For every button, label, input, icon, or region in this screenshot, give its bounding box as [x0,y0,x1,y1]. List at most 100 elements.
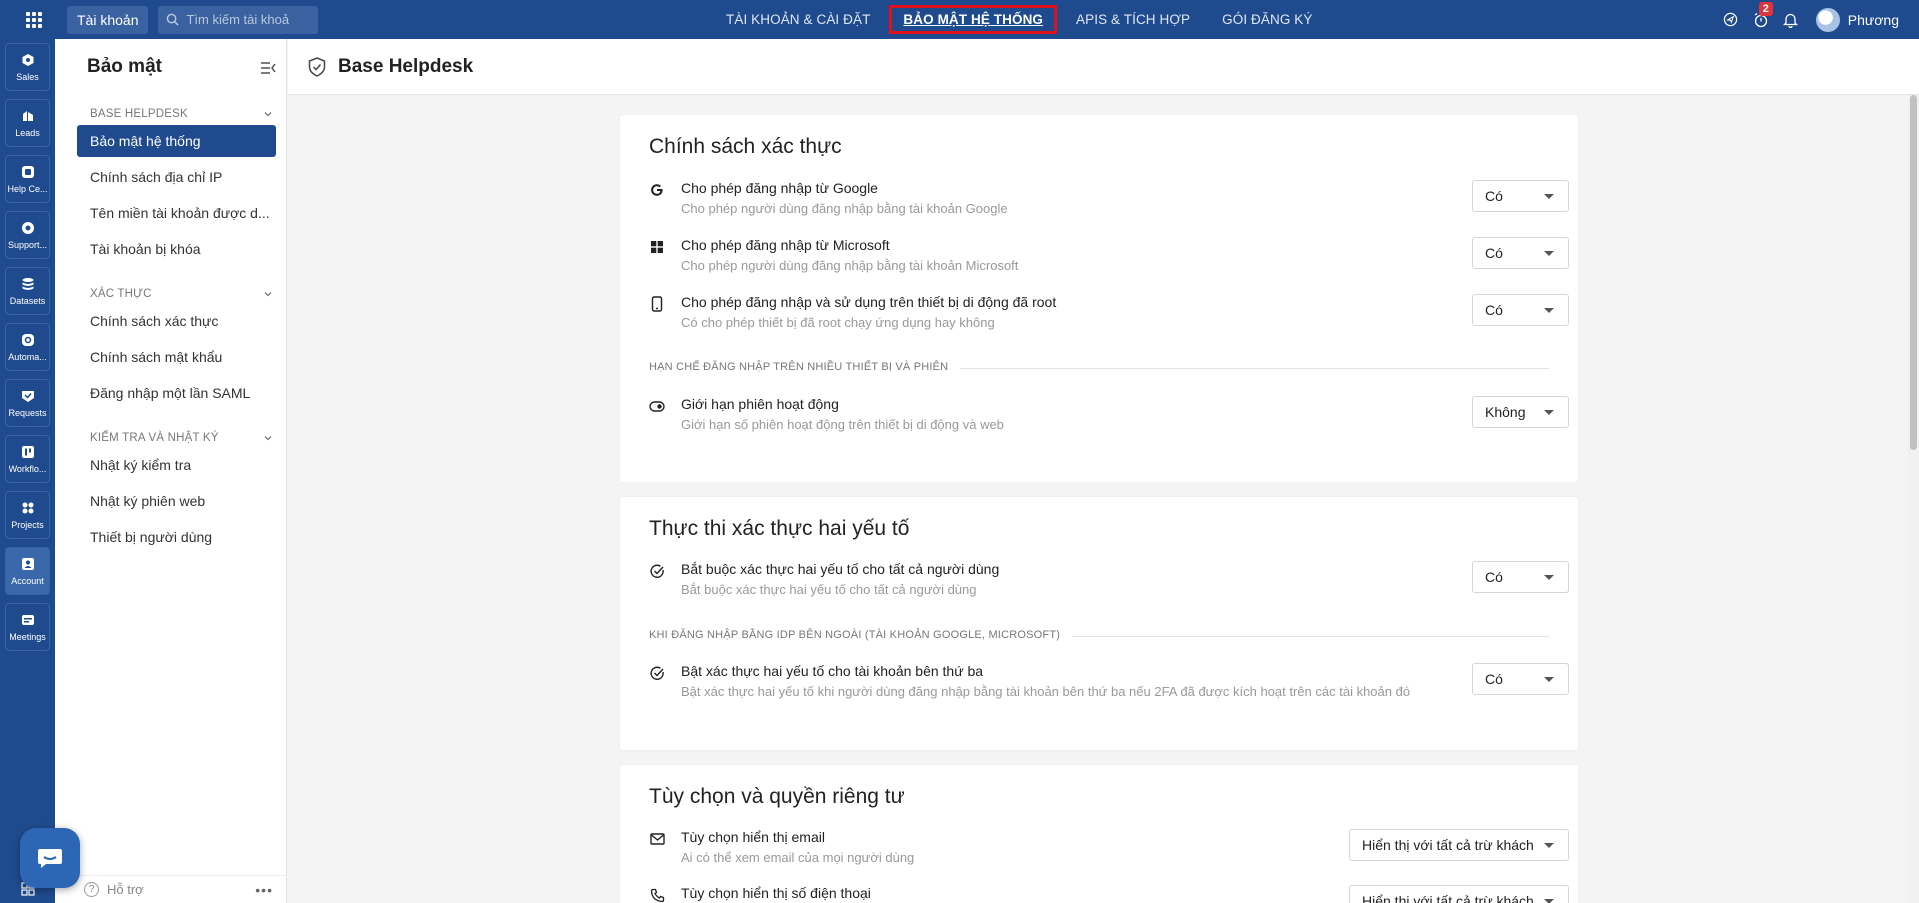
microsoft-icon [649,239,665,255]
support-icon [20,220,35,235]
chevron-down-icon [264,112,272,117]
caret-down-icon [1544,251,1554,256]
nav-apis-integrations[interactable]: APIS & TÍCH HỢP [1063,6,1203,33]
two-factor-card: Thực thi xác thực hai yếu tố Bắt buộc xá… [620,497,1578,750]
caret-down-icon [1544,575,1554,580]
collapse-sidebar-icon[interactable] [260,59,276,81]
help-circle-icon: ? [84,882,99,897]
account-button[interactable]: Tài khoản [67,5,149,34]
projects-icon [20,500,35,515]
page-header: Base Helpdesk [288,39,1919,95]
top-navigation: TÀI KHOẢN & CÀI ĐẶT BẢO MẬT HỆ THỐNG API… [710,0,1329,39]
page-scrollbar[interactable] [1908,95,1919,903]
sidebar-item-ip-policy[interactable]: Chính sách địa chỉ IP [77,161,276,193]
enforce-2fa-select[interactable]: Có [1472,561,1569,593]
sidebar-item-audit-log[interactable]: Nhật ký kiểm tra [77,449,276,481]
section-divider: KHI ĐĂNG NHẬP BẰNG IDP BÊN NGOÀI (TÀI KH… [649,629,1549,643]
rail-item-workflow[interactable]: Workflo... [5,435,50,483]
sidebar-header: Bảo mật [55,39,286,95]
rail-item-datasets[interactable]: Datasets [5,267,50,315]
sidebar-item-password-policy[interactable]: Chính sách mật khẩu [77,341,276,373]
top-right-actions: 2 Phương [1716,0,1919,39]
chat-support-button[interactable] [20,828,80,888]
phone-icon [649,887,665,903]
setting-row-enforce-2fa: Bắt buộc xác thực hai yếu tố cho tất cả … [649,561,1569,605]
caret-down-icon [1544,194,1554,199]
setting-row-google-login: Cho phép đăng nhập từ Google Cho phép ng… [649,180,1569,224]
send-icon[interactable] [1716,12,1746,27]
check-circle-icon [649,665,665,681]
chevron-down-icon [264,292,272,297]
avatar[interactable] [1815,7,1840,32]
setting-row-microsoft-login: Cho phép đăng nhập từ Microsoft Cho phép… [649,237,1569,281]
sidebar-section-base-helpdesk[interactable]: BASE HELPDESK [55,103,286,125]
caret-down-icon [1544,308,1554,313]
shield-icon [308,56,326,77]
rail-item-support[interactable]: Support... [5,211,50,259]
toggle-icon [649,398,665,414]
sidebar-item-locked-accounts[interactable]: Tài khoản bị khóa [77,233,276,265]
card-title: Tùy chọn và quyền riêng tư [649,785,905,808]
setting-row-phone-visibility: Tùy chọn hiển thị số điện thoại Hiển thị… [649,885,1569,903]
sidebar-title: Bảo mật [87,56,162,77]
datasets-icon [20,276,35,291]
auth-policy-card: Chính sách xác thực Cho phép đăng nhập t… [620,115,1578,482]
search-icon [167,13,180,26]
sidebar-item-web-session-log[interactable]: Nhật ký phiên web [77,485,276,517]
sidebar-item-saml-sso[interactable]: Đăng nhập một lần SAML [77,377,276,409]
support-link[interactable]: Hỗ trợ [107,882,144,897]
privacy-options-card: Tùy chọn và quyền riêng tư Tùy chọn hiển… [620,765,1578,903]
check-circle-icon [649,563,665,579]
scrollbar-thumb[interactable] [1910,95,1917,450]
meetings-icon [20,612,35,627]
section-divider: HẠN CHẾ ĐĂNG NHẬP TRÊN NHIỀU THIẾT BỊ VÀ… [649,361,1549,375]
alarm-icon[interactable]: 2 [1746,1,1776,28]
rail-item-meetings[interactable]: Meetings [5,603,50,651]
help-center-icon [20,164,35,179]
nav-system-security[interactable]: BẢO MẬT HỆ THỐNG [889,5,1058,34]
user-name[interactable]: Phương [1848,12,1899,28]
search-box[interactable]: Tìm kiếm tài khoả [158,5,319,34]
rail-item-help-center[interactable]: Help Ce... [5,155,50,203]
caret-down-icon [1544,677,1554,682]
caret-down-icon [1544,899,1554,903]
sidebar-item-user-devices[interactable]: Thiết bị người dùng [77,521,276,553]
session-limit-select[interactable]: Không [1472,396,1569,428]
rail-item-leads[interactable]: Leads [5,99,50,147]
sidebar-item-allowed-domains[interactable]: Tên miền tài khoản được d... [77,197,276,229]
nav-subscription-plans[interactable]: GÓI ĐĂNG KÝ [1209,6,1325,33]
apps-grid-button[interactable] [0,0,67,39]
automation-icon [20,332,35,347]
setting-row-email-visibility: Tùy chọn hiển thị email Ai có thể xem em… [649,829,1569,873]
security-sidebar: Bảo mật BASE HELPDESK Bảo mật hệ thống C… [55,39,287,903]
rail-item-requests[interactable]: Requests [5,379,50,427]
chevron-down-icon [264,436,272,441]
rail-item-sales[interactable]: Sales [5,43,50,91]
rail-item-automation[interactable]: Automa... [5,323,50,371]
more-options-icon[interactable]: ••• [255,882,273,898]
sidebar-section-audit-logs[interactable]: KIỂM TRA VÀ NHẬT KÝ [55,427,286,449]
microsoft-login-select[interactable]: Có [1472,237,1569,269]
rail-item-projects[interactable]: Projects [5,491,50,539]
third-party-2fa-select[interactable]: Có [1472,663,1569,695]
setting-row-third-party-2fa: Bật xác thực hai yếu tố cho tài khoản bê… [649,663,1569,707]
sidebar-footer: ? Hỗ trợ ••• [55,875,287,903]
page-title: Base Helpdesk [338,55,474,77]
email-visibility-select[interactable]: Hiển thị với tất cả trừ khách [1349,829,1569,861]
phone-visibility-select[interactable]: Hiển thị với tất cả trừ khách [1349,885,1569,903]
sidebar-item-system-security[interactable]: Bảo mật hệ thống [77,125,276,157]
sidebar-item-auth-policy[interactable]: Chính sách xác thực [77,305,276,337]
nav-account-settings[interactable]: TÀI KHOẢN & CÀI ĐẶT [713,6,883,33]
google-icon [649,182,665,198]
email-icon [649,831,665,847]
mobile-device-icon [649,296,665,312]
card-title: Chính sách xác thực [649,135,842,158]
rooted-device-select[interactable]: Có [1472,294,1569,326]
google-login-select[interactable]: Có [1472,180,1569,212]
bell-icon[interactable] [1776,12,1806,28]
sales-icon [20,52,35,67]
sidebar-section-authentication[interactable]: XÁC THỰC [55,283,286,305]
card-title: Thực thi xác thực hai yếu tố [649,517,910,540]
rail-item-account[interactable]: Account [5,547,50,595]
search-input[interactable]: Tìm kiếm tài khoả [186,12,289,27]
